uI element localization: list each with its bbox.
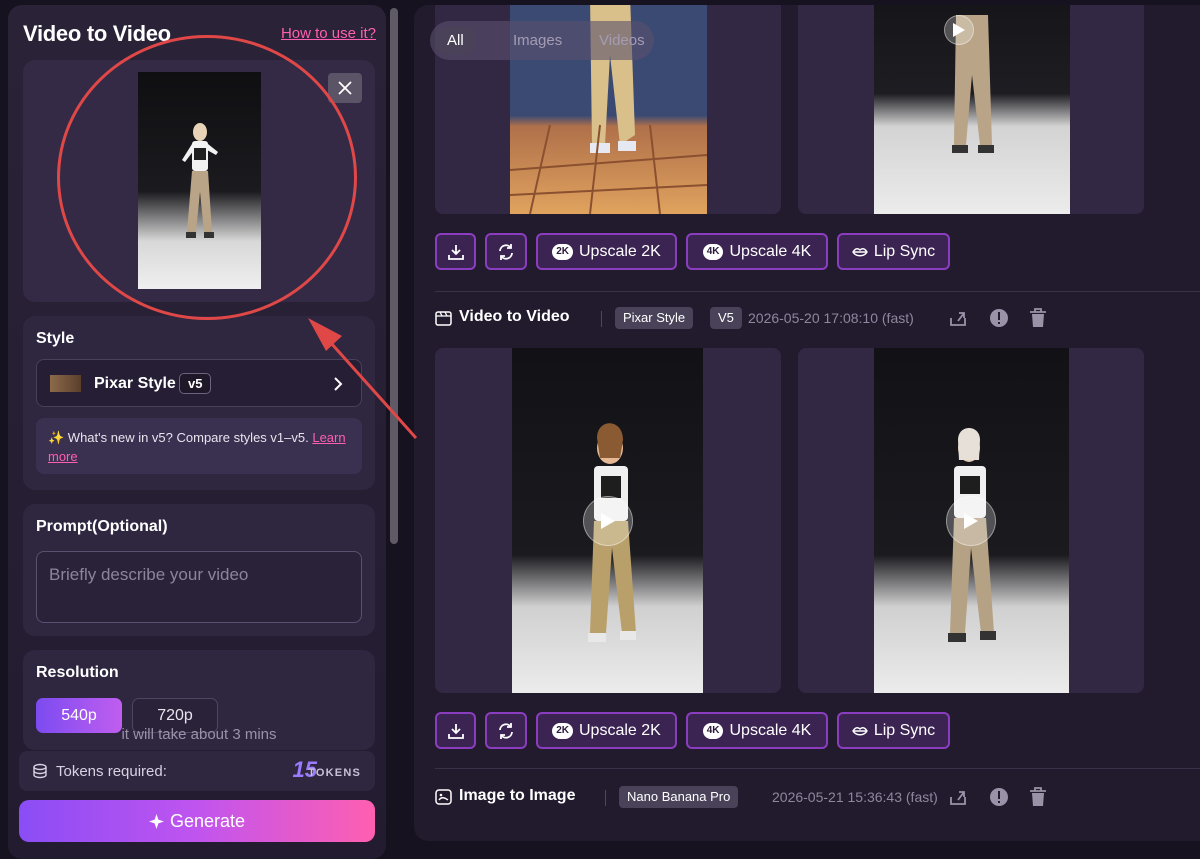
generate-label: Generate [169, 810, 246, 831]
results-panel: All Images Videos 2K Upscale 2K 4K Upsca… [414, 5, 1200, 841]
resolution-section: Resolution 540p 720p it will take about … [23, 650, 375, 750]
time-estimate: it will take about 3 mins [121, 726, 277, 743]
download-button[interactable] [435, 712, 476, 749]
result-media-card[interactable] [798, 5, 1144, 214]
video-convert-icon [435, 311, 452, 326]
dancer-figure [182, 123, 218, 238]
uploaded-video-box [23, 60, 375, 302]
tab-videos[interactable]: Videos [587, 26, 657, 55]
style-selector[interactable]: Pixar Style v5 [36, 359, 362, 407]
4k-badge-icon: 4K [702, 722, 724, 739]
entry-divider [435, 768, 1200, 769]
play-button[interactable] [946, 496, 996, 546]
entry-timestamp: 2026-05-20 17:08:10 (fast) [748, 310, 914, 326]
trash-icon[interactable] [1029, 308, 1047, 328]
entry-header: Image to Image Nano Banana Pro 2026-05-2… [435, 786, 1200, 810]
whats-new-text: ✨ What's new in v5? Compare styles v1–v5… [48, 430, 309, 445]
style-thumbnail [50, 375, 81, 392]
play-icon [601, 513, 615, 529]
entry-title: Video to Video [459, 308, 570, 325]
tab-images[interactable]: Images [501, 26, 574, 55]
entry-timestamp: 2026-05-21 15:36:43 (fast) [772, 789, 938, 805]
style-chip: Pixar Style [615, 307, 694, 329]
entry-divider [435, 291, 1200, 292]
prompt-input[interactable]: Briefly describe your video [36, 551, 362, 623]
play-button[interactable] [944, 15, 974, 45]
upscale-2k-button[interactable]: 2K Upscale 2K [536, 233, 677, 270]
2k-badge-icon: 2K [552, 722, 573, 739]
refresh-icon [499, 243, 513, 260]
lips-icon [851, 726, 868, 735]
separator [605, 790, 606, 806]
download-icon [447, 723, 464, 739]
share-icon[interactable] [948, 308, 968, 328]
regenerate-button[interactable] [485, 712, 527, 749]
style-version-badge: v5 [179, 373, 212, 394]
upscale-4k-label: Upscale 4K [729, 242, 812, 260]
play-icon [964, 513, 978, 529]
style-name: Pixar Style [94, 375, 176, 392]
entry-header: Video to Video Pixar Style V5 2026-05-20… [435, 307, 1200, 331]
4k-badge-icon: 4K [702, 243, 724, 260]
result-actions-row: 2K Upscale 2K 4K Upscale 4K Lip Sync [435, 712, 955, 749]
remove-video-button[interactable] [328, 73, 362, 103]
report-icon[interactable] [989, 308, 1009, 328]
upscale-4k-button[interactable]: 4K Upscale 4K [686, 233, 828, 270]
upscale-4k-label: Upscale 4K [729, 721, 812, 739]
separator [601, 311, 602, 327]
uploaded-video-thumbnail[interactable] [138, 72, 261, 289]
generate-button[interactable]: Generate [19, 800, 375, 842]
upscale-2k-button[interactable]: 2K Upscale 2K [536, 712, 677, 749]
sparkle-icon [148, 813, 164, 829]
tokens-unit: TOKENS [308, 767, 361, 779]
upscale-2k-label: Upscale 2K [578, 721, 661, 739]
lip-sync-button[interactable]: Lip Sync [837, 233, 950, 270]
tokens-required-row: Tokens required: 15 TOKENS [19, 751, 375, 791]
lip-sync-label: Lip Sync [873, 721, 936, 739]
style-label: Style [36, 330, 75, 347]
coins-icon [33, 763, 47, 779]
play-icon [953, 23, 965, 37]
style-section: Style Pixar Style v5 ✨ What's new in v5?… [23, 316, 375, 490]
download-icon [447, 244, 464, 260]
resolution-label: Resolution [36, 664, 119, 681]
panel-title: Video to Video [23, 21, 171, 46]
image-convert-icon [435, 789, 452, 805]
version-chip: V5 [710, 307, 742, 329]
play-button[interactable] [583, 496, 633, 546]
video-to-video-panel: Video to Video How to use it? Style Pixa… [8, 5, 386, 859]
download-button[interactable] [435, 233, 476, 270]
result-actions-row: 2K Upscale 2K 4K Upscale 4K Lip Sync [435, 233, 955, 270]
filter-tabs: All Images Videos [430, 21, 654, 60]
prompt-label: Prompt(Optional) [36, 518, 168, 535]
share-icon[interactable] [948, 787, 968, 807]
upscale-2k-label: Upscale 2K [578, 242, 661, 260]
lip-sync-button[interactable]: Lip Sync [837, 712, 950, 749]
tokens-label: Tokens required: [56, 763, 167, 780]
trash-icon[interactable] [1029, 787, 1047, 807]
regenerate-button[interactable] [485, 233, 527, 270]
result-media-card[interactable] [435, 348, 781, 693]
2k-badge-icon: 2K [552, 243, 573, 260]
lips-icon [851, 247, 868, 256]
tab-all[interactable]: All [435, 26, 476, 55]
lip-sync-label: Lip Sync [873, 242, 936, 260]
chevron-right-icon [334, 377, 343, 391]
report-icon[interactable] [989, 787, 1009, 807]
upscale-4k-button[interactable]: 4K Upscale 4K [686, 712, 828, 749]
prompt-section: Prompt(Optional) Briefly describe your v… [23, 504, 375, 636]
left-panel-scrollbar[interactable] [390, 8, 398, 544]
entry-title: Image to Image [459, 787, 576, 804]
how-to-use-link[interactable]: How to use it? [281, 25, 376, 42]
model-chip: Nano Banana Pro [619, 786, 739, 808]
close-icon [338, 81, 352, 95]
whats-new-notice: ✨ What's new in v5? Compare styles v1–v5… [36, 418, 362, 474]
result-media-card[interactable] [798, 348, 1144, 693]
refresh-icon [499, 722, 513, 739]
